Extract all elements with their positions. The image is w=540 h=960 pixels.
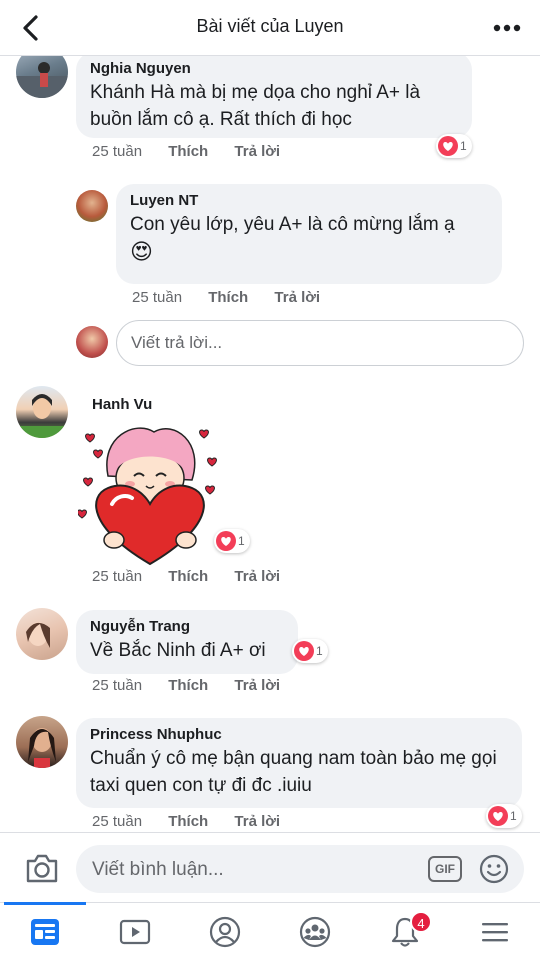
reply-input[interactable]: Viết trả lời... bbox=[116, 320, 524, 366]
news-feed-icon bbox=[31, 919, 59, 945]
more-options-icon[interactable] bbox=[492, 14, 522, 42]
comment-meta: 25 tuần Thích Trả lời bbox=[92, 143, 302, 160]
avatar[interactable] bbox=[76, 190, 108, 222]
comment-meta: 25 tuần Thích Trả lời bbox=[92, 813, 302, 830]
bottom-tab-bar: 4 bbox=[0, 902, 540, 960]
comment-author[interactable]: Nguyễn Trang bbox=[90, 617, 286, 637]
reply-button[interactable]: Trả lời bbox=[274, 289, 320, 306]
comment-author[interactable]: Luyen NT bbox=[130, 191, 490, 211]
love-reaction-icon bbox=[294, 641, 314, 661]
like-button[interactable]: Thích bbox=[168, 143, 208, 160]
comment-text: Con yêu lớp, yêu A+ là cô mừng lắm ạ bbox=[130, 214, 455, 235]
comment-meta: 25 tuần Thích Trả lời bbox=[92, 677, 302, 694]
reply-button[interactable]: Trả lời bbox=[234, 143, 280, 160]
reaction-number: 1 bbox=[510, 809, 517, 823]
groups-icon bbox=[299, 916, 331, 948]
love-reaction-icon bbox=[216, 531, 236, 551]
comment-bubble[interactable]: Princess Nhuphuc Chuẩn ý cô mẹ bận quang… bbox=[76, 718, 522, 808]
tab-groups[interactable] bbox=[270, 903, 360, 960]
comments-list: Nghia Nguyen Khánh Hà mà bị mẹ dọa cho n… bbox=[0, 56, 540, 832]
reaction-count[interactable]: 1 bbox=[214, 529, 250, 553]
comment-time: 25 tuần bbox=[92, 568, 143, 585]
reaction-number: 1 bbox=[238, 534, 245, 548]
like-button[interactable]: Thích bbox=[168, 813, 208, 830]
comment-text: Về Bắc Ninh đi A+ ơi bbox=[90, 640, 266, 661]
notification-badge: 4 bbox=[410, 911, 432, 933]
like-button[interactable]: Thích bbox=[168, 677, 208, 694]
reaction-count[interactable]: 1 bbox=[486, 804, 522, 828]
current-user-avatar bbox=[76, 326, 108, 358]
comment-time: 25 tuần bbox=[92, 677, 143, 694]
love-reaction-icon bbox=[488, 806, 508, 826]
comment-time: 25 tuần bbox=[92, 813, 143, 830]
comment-author[interactable]: Princess Nhuphuc bbox=[90, 725, 510, 745]
tab-notifications[interactable]: 4 bbox=[360, 903, 450, 960]
love-reaction-icon bbox=[438, 136, 458, 156]
watch-icon bbox=[119, 919, 151, 945]
profile-icon bbox=[209, 916, 241, 948]
reply-button[interactable]: Trả lời bbox=[234, 568, 280, 585]
reaction-count[interactable]: 1 bbox=[436, 134, 472, 158]
avatar[interactable] bbox=[16, 386, 68, 438]
tab-profile[interactable] bbox=[180, 903, 270, 960]
heart-girl-sticker[interactable] bbox=[78, 424, 228, 566]
comment-author[interactable]: Nghia Nguyen bbox=[90, 59, 460, 79]
avatar[interactable] bbox=[16, 56, 68, 98]
comment-meta: 25 tuần Thích Trả lời bbox=[132, 289, 342, 306]
menu-icon bbox=[482, 923, 508, 942]
camera-icon[interactable] bbox=[24, 851, 60, 885]
like-button[interactable]: Thích bbox=[168, 568, 208, 585]
comment-meta: 25 tuần Thích Trả lời bbox=[92, 568, 302, 585]
tab-news-feed[interactable] bbox=[0, 902, 90, 960]
comment-bubble[interactable]: Nguyễn Trang Về Bắc Ninh đi A+ ơi bbox=[76, 610, 298, 674]
reply-button[interactable]: Trả lời bbox=[234, 677, 280, 694]
reaction-number: 1 bbox=[460, 139, 467, 153]
emoji-icon[interactable] bbox=[478, 853, 510, 885]
comment-time: 25 tuần bbox=[92, 143, 143, 160]
tab-menu[interactable] bbox=[450, 903, 540, 960]
comment-input-placeholder: Viết bình luận... bbox=[92, 859, 224, 880]
comment-text: Chuẩn ý cô mẹ bận quang nam toàn bảo mẹ … bbox=[90, 748, 497, 796]
comment-text: Khánh Hà mà bị mẹ dọa cho nghỉ A+ là buồ… bbox=[90, 82, 421, 130]
page-title: Bài viết của Luyen bbox=[196, 16, 344, 36]
comment-input[interactable]: Viết bình luận... GIF bbox=[76, 845, 524, 893]
gif-button[interactable]: GIF bbox=[428, 856, 462, 882]
reply-button[interactable]: Trả lời bbox=[234, 813, 280, 830]
comment-bubble[interactable]: Nghia Nguyen Khánh Hà mà bị mẹ dọa cho n… bbox=[76, 56, 472, 138]
comment-composer: Viết bình luận... GIF bbox=[0, 832, 540, 902]
like-button[interactable]: Thích bbox=[208, 289, 248, 306]
tab-watch[interactable] bbox=[90, 903, 180, 960]
reaction-number: 1 bbox=[316, 644, 323, 658]
avatar[interactable] bbox=[16, 716, 68, 768]
reaction-count[interactable]: 1 bbox=[292, 639, 328, 663]
heart-eyes-emoji: 😍 bbox=[130, 239, 153, 264]
avatar[interactable] bbox=[16, 608, 68, 660]
comment-author[interactable]: Hanh Vu bbox=[92, 395, 152, 415]
reply-bubble[interactable]: Luyen NT Con yêu lớp, yêu A+ là cô mừng … bbox=[116, 184, 502, 284]
top-bar: Bài viết của Luyen bbox=[0, 0, 540, 56]
comment-time: 25 tuần bbox=[132, 289, 183, 306]
